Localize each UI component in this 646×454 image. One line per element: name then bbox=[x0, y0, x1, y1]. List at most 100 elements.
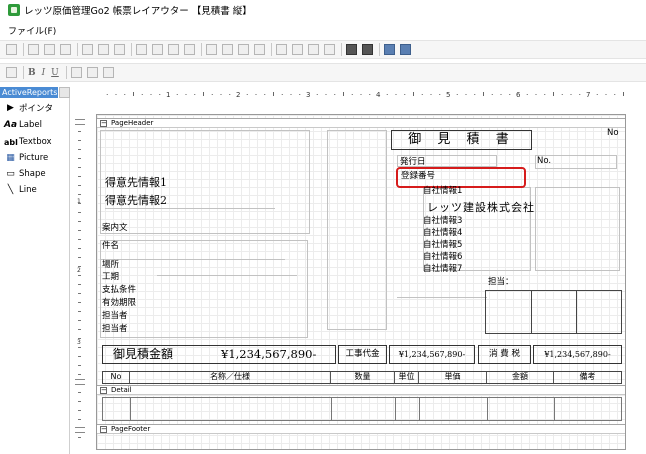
issue-date-label[interactable]: 発行日 bbox=[400, 157, 426, 167]
h-spacing-increase-icon[interactable] bbox=[222, 44, 233, 55]
ruler-tick bbox=[78, 437, 81, 438]
textbox-icon: abl bbox=[4, 137, 18, 147]
band-page-header[interactable]: − PageHeader bbox=[97, 118, 625, 128]
align-center-icon[interactable] bbox=[44, 44, 55, 55]
align-right-icon[interactable] bbox=[60, 44, 71, 55]
column-header-notes[interactable]: 備考 bbox=[554, 372, 621, 383]
ruler-tick bbox=[78, 149, 81, 150]
tool-label: ポインタ bbox=[19, 104, 54, 114]
guide-line bbox=[397, 297, 487, 298]
no-label[interactable]: No. bbox=[537, 156, 551, 166]
expiry-label[interactable]: 有効期限 bbox=[102, 298, 136, 308]
lock-controls-icon[interactable] bbox=[384, 44, 395, 55]
h-spacing-decrease-icon[interactable] bbox=[238, 44, 249, 55]
collapse-icon[interactable]: − bbox=[100, 426, 107, 433]
no-label-top[interactable]: No bbox=[607, 128, 619, 138]
tool-pointer[interactable]: ▶ ポインタ bbox=[4, 101, 53, 115]
v-spacing-increase-icon[interactable] bbox=[292, 44, 303, 55]
toolbar-separator bbox=[201, 43, 202, 56]
align-bottom-icon[interactable] bbox=[114, 44, 125, 55]
own-info-1[interactable]: 自社情報1 bbox=[423, 186, 462, 196]
band-detail[interactable]: − Detail bbox=[97, 385, 625, 395]
same-size-icon[interactable] bbox=[168, 44, 179, 55]
customer-info-1[interactable]: 得意先情報1 bbox=[105, 176, 167, 189]
work-cost-value[interactable]: ¥1,234,567,890- bbox=[389, 345, 475, 364]
period-label[interactable]: 工期 bbox=[102, 272, 119, 282]
estimate-title[interactable]: 御 見 積 書 bbox=[391, 130, 532, 150]
own-info-7[interactable]: 自社情報7 bbox=[423, 264, 462, 274]
tool-label-control[interactable]: Aa Label bbox=[4, 118, 42, 132]
column-header-quantity[interactable]: 数量 bbox=[331, 372, 395, 383]
own-info-4[interactable]: 自社情報4 bbox=[423, 228, 462, 238]
bring-to-front-icon[interactable] bbox=[346, 44, 357, 55]
guide-line bbox=[105, 208, 275, 209]
stamp-box-3[interactable] bbox=[576, 290, 622, 334]
send-to-back-icon[interactable] bbox=[362, 44, 373, 55]
collapse-icon[interactable]: − bbox=[100, 387, 107, 394]
work-cost-label[interactable]: 工事代金 bbox=[338, 345, 387, 364]
company-name[interactable]: レッツ建設株式会社 bbox=[427, 201, 535, 214]
detail-column-divider bbox=[554, 397, 555, 421]
v-spacing-equal-icon[interactable] bbox=[276, 44, 287, 55]
tool-shape[interactable]: ▭ Shape bbox=[4, 167, 45, 181]
same-width-icon[interactable] bbox=[136, 44, 147, 55]
tool-textbox[interactable]: abl Textbox bbox=[4, 135, 52, 149]
ruler-tick bbox=[500, 94, 502, 95]
same-height-icon[interactable] bbox=[152, 44, 163, 55]
snap-lines-icon[interactable] bbox=[400, 44, 411, 55]
italic-button[interactable]: I bbox=[42, 68, 46, 78]
stamp-box-2[interactable] bbox=[531, 290, 577, 334]
pin-icon[interactable] bbox=[59, 87, 70, 98]
column-header-name[interactable]: 名称／仕様 bbox=[130, 372, 331, 383]
layout-toolbar bbox=[0, 40, 646, 59]
guidance-text[interactable]: 案内文 bbox=[102, 223, 128, 233]
band-page-footer[interactable]: − PageFooter bbox=[97, 424, 625, 434]
text-align-left-icon[interactable] bbox=[70, 67, 82, 78]
report-design-surface[interactable]: − PageHeader 御 見 積 書 No 発行日 No. 登録番号 得意先… bbox=[96, 114, 626, 450]
staff-label[interactable]: 担当： bbox=[488, 277, 514, 287]
person-in-charge-label-2[interactable]: 担当者 bbox=[102, 324, 128, 334]
ruler-tick bbox=[78, 230, 81, 231]
underline-button[interactable]: U bbox=[51, 68, 59, 78]
grid-align-icon[interactable] bbox=[6, 44, 17, 55]
bold-button[interactable]: B bbox=[28, 68, 36, 78]
ruler-tick bbox=[334, 94, 336, 95]
subject-label[interactable]: 件名 bbox=[102, 241, 119, 251]
customer-info-2[interactable]: 得意先情報2 bbox=[105, 194, 167, 207]
align-top-icon[interactable] bbox=[82, 44, 93, 55]
person-in-charge-label[interactable]: 担当者 bbox=[102, 311, 128, 321]
own-info-3[interactable]: 自社情報3 bbox=[423, 216, 462, 226]
total-amount-box[interactable]: 御見積金額 ¥1,234,567,890- bbox=[102, 345, 336, 364]
tool-picture[interactable]: ▦ Picture bbox=[4, 151, 48, 165]
own-info-6[interactable]: 自社情報6 bbox=[423, 252, 462, 262]
tax-value[interactable]: ¥1,234,567,890- bbox=[533, 345, 622, 364]
column-header-unit-price[interactable]: 単価 bbox=[419, 372, 487, 383]
size-to-grid-icon[interactable] bbox=[184, 44, 195, 55]
grid-icon[interactable] bbox=[6, 67, 17, 78]
menu-file[interactable]: ファイル(F) bbox=[8, 27, 56, 37]
column-header-amount[interactable]: 金額 bbox=[487, 372, 554, 383]
align-middle-icon[interactable] bbox=[98, 44, 109, 55]
band-label: PageFooter bbox=[111, 425, 151, 433]
v-spacing-remove-icon[interactable] bbox=[324, 44, 335, 55]
tool-line[interactable]: ╲ Line bbox=[4, 183, 37, 197]
stamp-box-1[interactable] bbox=[485, 290, 532, 334]
ruler-tick bbox=[78, 320, 81, 321]
payment-terms-label[interactable]: 支払条件 bbox=[102, 285, 136, 295]
text-align-center-icon[interactable] bbox=[86, 67, 98, 78]
ruler-tick bbox=[78, 194, 81, 195]
h-spacing-equal-icon[interactable] bbox=[206, 44, 217, 55]
text-align-right-icon[interactable] bbox=[102, 67, 114, 78]
ruler-tick bbox=[535, 94, 537, 95]
column-header-unit[interactable]: 単位 bbox=[395, 372, 419, 383]
column-header-no[interactable]: No bbox=[103, 372, 130, 383]
h-spacing-remove-icon[interactable] bbox=[254, 44, 265, 55]
location-label[interactable]: 場所 bbox=[102, 260, 119, 270]
collapse-icon[interactable]: − bbox=[100, 120, 107, 127]
ruler-tick bbox=[78, 410, 81, 411]
tax-label[interactable]: 消 費 税 bbox=[478, 345, 531, 364]
own-info-5[interactable]: 自社情報5 bbox=[423, 240, 462, 250]
v-spacing-decrease-icon[interactable] bbox=[308, 44, 319, 55]
detail-column-divider bbox=[331, 397, 332, 421]
align-left-icon[interactable] bbox=[28, 44, 39, 55]
